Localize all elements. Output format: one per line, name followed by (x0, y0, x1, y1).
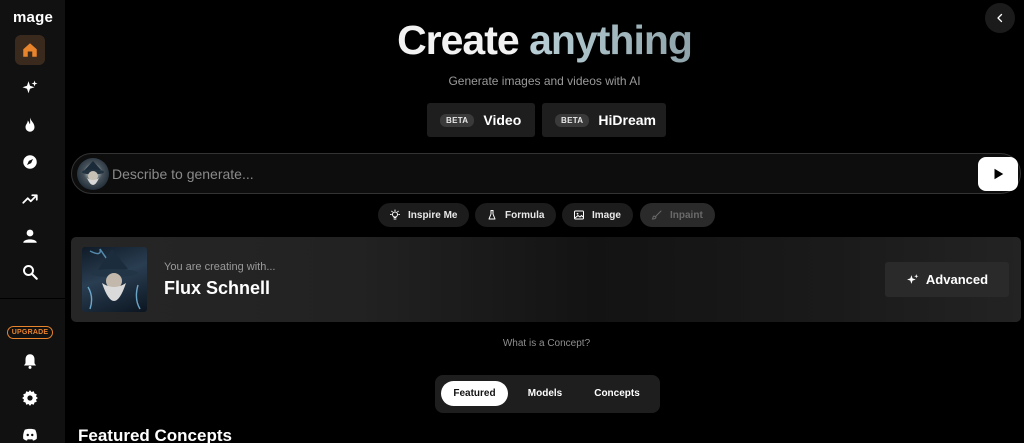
concept-caption: You are creating with... (164, 261, 276, 273)
formula-chip[interactable]: Formula (475, 203, 556, 227)
beta-badge: BETA (555, 113, 590, 127)
concept-name: Flux Schnell (164, 278, 271, 298)
prompt-bar (71, 153, 1021, 194)
inspire-me-chip[interactable]: Inspire Me (378, 203, 469, 227)
brush-icon (651, 210, 662, 220)
formula-label: Formula (505, 209, 545, 221)
sparkles-icon (907, 274, 919, 284)
user-icon (23, 229, 37, 243)
upgrade-button[interactable]: UPGRADE (7, 326, 53, 339)
nav-explore[interactable] (15, 147, 45, 177)
beta-badge: BETA (440, 113, 475, 127)
flask-icon (488, 210, 496, 220)
advanced-label: Advanced (925, 272, 989, 287)
trending-up-icon (22, 194, 38, 204)
tab-models[interactable]: Models (515, 381, 575, 406)
hidream-label: HiDream (598, 112, 656, 128)
inpaint-chip[interactable]: Inpaint (640, 203, 715, 227)
hero-title-part2: anything (529, 17, 693, 63)
concept-avatar[interactable] (77, 158, 109, 190)
image-label: Image (592, 209, 621, 221)
nav-profile[interactable] (15, 221, 45, 251)
section-title: Featured Concepts (78, 426, 232, 443)
wizard-image (87, 248, 141, 310)
compass-icon (23, 155, 37, 169)
image-icon (574, 210, 584, 220)
inpaint-label: Inpaint (670, 209, 703, 221)
bell-icon (24, 354, 36, 369)
hero-title-part1: Create (397, 17, 520, 63)
inspire-me-label: Inspire Me (408, 209, 458, 221)
play-icon (994, 168, 1004, 180)
generate-button[interactable] (978, 157, 1018, 191)
wizard-avatar-image (82, 161, 104, 185)
advanced-button[interactable]: Advanced (885, 262, 1009, 297)
nav-trending[interactable] (15, 184, 45, 214)
gear-icon (22, 390, 38, 406)
nav-create[interactable] (15, 73, 45, 103)
nav-settings[interactable] (15, 383, 45, 413)
what-is-concept-link[interactable]: What is a Concept? (65, 338, 1024, 349)
nav-notifications[interactable] (15, 346, 45, 376)
sidebar-divider (0, 298, 65, 299)
concept-thumbnail[interactable] (82, 247, 147, 312)
discord-icon (23, 428, 37, 441)
hidream-model-button[interactable]: BETA HiDream (542, 103, 666, 137)
sidebar: mage UPGRADE (0, 0, 65, 443)
search-icon (23, 265, 38, 280)
sparkles-icon (22, 80, 38, 94)
video-model-button[interactable]: BETA Video (427, 103, 535, 137)
main-content: Create anything Generate images and vide… (65, 0, 1024, 443)
video-label: Video (483, 112, 522, 128)
current-concept-card: You are creating with... Flux Schnell Ad… (71, 237, 1021, 322)
nav-search[interactable] (15, 257, 45, 287)
lightbulb-icon (390, 209, 400, 220)
nav-hot[interactable] (15, 110, 45, 140)
tab-concepts[interactable]: Concepts (582, 381, 652, 406)
flame-icon (25, 117, 35, 132)
hero-subtitle: Generate images and videos with AI (448, 74, 641, 88)
hero-title: Create anything (65, 17, 1024, 64)
prompt-input[interactable] (112, 162, 932, 186)
concept-tabs: Featured Models Concepts (435, 375, 660, 413)
home-icon (23, 43, 37, 57)
image-chip[interactable]: Image (562, 203, 633, 227)
nav-home[interactable] (15, 35, 45, 65)
nav-discord[interactable] (15, 420, 45, 443)
tab-featured[interactable]: Featured (441, 381, 508, 406)
app-logo[interactable]: mage (13, 9, 53, 26)
